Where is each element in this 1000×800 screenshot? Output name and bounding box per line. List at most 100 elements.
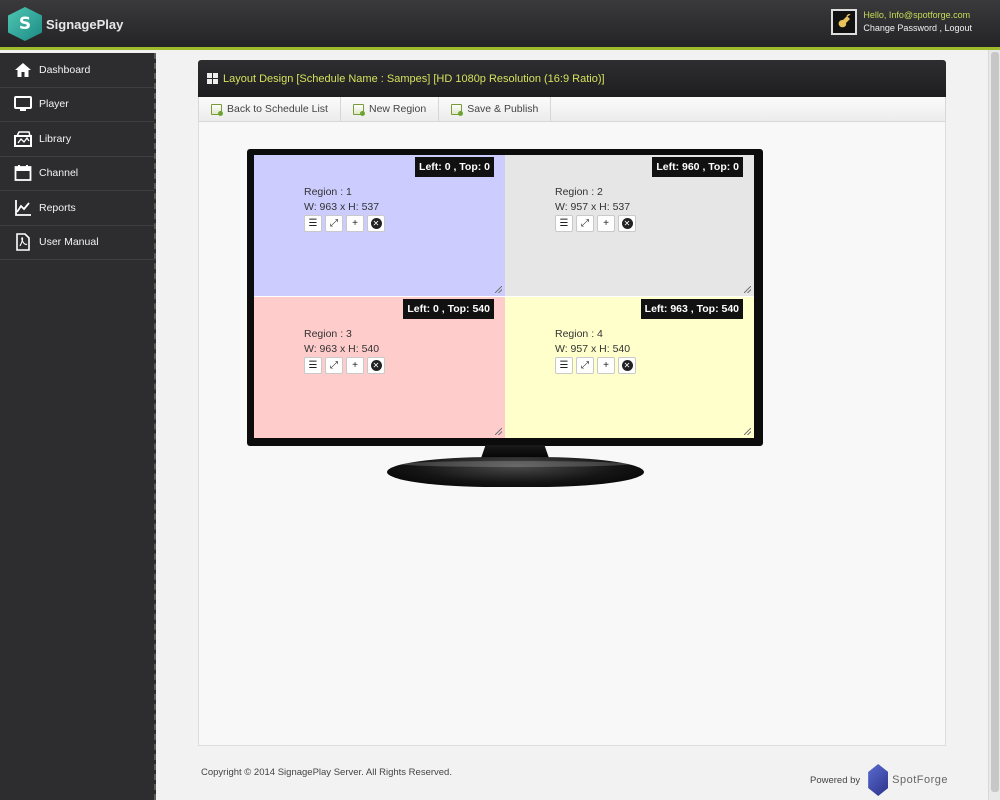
sidebar-item-label: Player [39, 98, 69, 111]
back-label: Back to Schedule List [227, 103, 328, 115]
sidebar-item-channel[interactable]: Channel [0, 157, 154, 191]
user-box: Hello, Info@spotforge.com Change Passwor… [831, 9, 972, 35]
scrollbar-thumb[interactable] [991, 52, 999, 792]
sidebar-item-player[interactable]: Player [0, 88, 154, 122]
sidebar-item-label: User Manual [39, 236, 99, 249]
region-position-label: Left: 960 , Top: 0 [652, 157, 743, 177]
region-add-button[interactable]: + [346, 357, 364, 374]
new-region-button[interactable]: New Region [341, 97, 440, 121]
resize-handle-icon[interactable] [495, 428, 502, 435]
signageplay-logo-icon: S [8, 7, 42, 41]
sidebar-item-library[interactable]: Library [0, 122, 154, 157]
plus-icon: + [603, 218, 609, 229]
user-info: Hello, Info@spotforge.com Change Passwor… [863, 9, 972, 35]
region-list-button[interactable]: ☰ [304, 215, 322, 232]
plus-icon: + [352, 360, 358, 371]
region-position-label: Left: 0 , Top: 540 [403, 299, 494, 319]
monitor-stand-shine [400, 461, 630, 467]
region-list-button[interactable]: ☰ [555, 215, 573, 232]
region-3[interactable]: Left: 0 , Top: 540 Region : 3 W: 963 x H… [254, 296, 505, 438]
region-name: Region : 3 [304, 328, 352, 340]
remove-icon: ✕ [621, 218, 633, 229]
page-title: Layout Design [Schedule Name : Sampes] [… [223, 72, 605, 85]
save-publish-label: Save & Publish [467, 103, 539, 115]
powered-by-label: Powered by [810, 774, 861, 786]
plus-icon: + [603, 360, 609, 371]
logout-link[interactable]: Logout [944, 23, 972, 33]
region-add-button[interactable]: + [346, 215, 364, 232]
sidebar-item-reports[interactable]: Reports [0, 191, 154, 226]
region-remove-button[interactable]: ✕ [367, 215, 385, 232]
guitar-avatar-icon[interactable] [831, 9, 858, 35]
resize-handle-icon[interactable] [744, 428, 751, 435]
list-icon: ☰ [308, 360, 318, 371]
plus-icon: + [352, 218, 358, 229]
region-expand-button[interactable]: ⤢ [325, 215, 343, 232]
sidebar: Dashboard Player Library Channel Reports… [0, 53, 156, 800]
page-scrollbar[interactable] [988, 50, 1000, 800]
home-icon [13, 61, 33, 79]
expand-icon: ⤢ [330, 218, 338, 229]
list-icon: ☰ [308, 218, 318, 229]
sidebar-item-label: Dashboard [39, 63, 91, 76]
region-name: Region : 1 [304, 186, 352, 198]
region-expand-button[interactable]: ⤢ [576, 215, 594, 232]
region-tools: ☰ ⤢ + ✕ [555, 357, 636, 374]
region-remove-button[interactable]: ✕ [367, 357, 385, 374]
sidebar-item-dashboard[interactable]: Dashboard [0, 53, 154, 88]
region-add-button[interactable]: + [597, 215, 615, 232]
region-add-button[interactable]: + [597, 357, 615, 374]
copyright-text: Copyright © 2014 SignagePlay Server. All… [201, 767, 452, 778]
region-size: W: 963 x H: 540 [304, 343, 380, 355]
region-remove-button[interactable]: ✕ [618, 215, 636, 232]
new-region-label: New Region [368, 103, 427, 115]
region-info: Region : 1 W: 963 x H: 537 [304, 185, 379, 215]
back-icon [211, 103, 223, 116]
new-region-icon [352, 103, 365, 116]
region-remove-button[interactable]: ✕ [618, 357, 636, 374]
powered-by: Powered by SpotForge [810, 764, 948, 796]
app-logo[interactable]: S SignagePlay [8, 7, 123, 41]
app-name: SignagePlay [46, 16, 124, 32]
region-name: Region : 2 [555, 186, 603, 198]
list-icon: ☰ [559, 218, 569, 229]
spotforge-logo-icon [868, 764, 889, 796]
region-list-button[interactable]: ☰ [304, 357, 322, 374]
chart-icon [13, 199, 33, 217]
region-info: Region : 3 W: 963 x H: 540 [304, 327, 379, 357]
spotforge-brand[interactable]: SpotForge [892, 774, 948, 786]
list-icon: ☰ [559, 360, 569, 371]
toolbar: Back to Schedule List New Region Save & … [198, 97, 946, 122]
region-expand-button[interactable]: ⤢ [576, 357, 594, 374]
resize-handle-icon[interactable] [495, 286, 502, 293]
expand-icon: ⤢ [581, 218, 589, 229]
change-password-link[interactable]: Change Password [863, 23, 937, 33]
library-icon [13, 130, 33, 148]
monitor-screen: Left: 0 , Top: 0 Region : 1 W: 963 x H: … [254, 155, 754, 438]
expand-icon: ⤢ [581, 360, 589, 371]
region-info: Region : 2 W: 957 x H: 537 [555, 185, 630, 215]
region-position-label: Left: 963 , Top: 540 [640, 299, 743, 319]
remove-icon: ✕ [621, 360, 633, 371]
sidebar-item-label: Reports [39, 201, 76, 214]
back-to-schedule-list-button[interactable]: Back to Schedule List [199, 97, 341, 121]
region-expand-button[interactable]: ⤢ [325, 357, 343, 374]
region-2[interactable]: Left: 960 , Top: 0 Region : 2 W: 957 x H… [505, 155, 754, 296]
region-list-button[interactable]: ☰ [555, 357, 573, 374]
monitor-icon [13, 95, 33, 113]
sidebar-item-user-manual[interactable]: User Manual [0, 226, 154, 260]
region-1[interactable]: Left: 0 , Top: 0 Region : 1 W: 963 x H: … [254, 155, 505, 296]
save-publish-button[interactable]: Save & Publish [439, 97, 552, 121]
region-tools: ☰ ⤢ + ✕ [304, 357, 385, 374]
calendar-icon [13, 164, 33, 182]
region-4[interactable]: Left: 963 , Top: 540 Region : 4 W: 957 x… [505, 296, 754, 438]
logo-glyph: S [18, 14, 32, 34]
user-greeting: Hello, Info@spotforge.com [863, 10, 971, 20]
region-name: Region : 4 [555, 328, 603, 340]
panel-header: Layout Design [Schedule Name : Sampes] [… [198, 60, 946, 97]
region-info: Region : 4 W: 957 x H: 540 [555, 327, 630, 357]
resize-handle-icon[interactable] [744, 286, 751, 293]
region-size: W: 963 x H: 537 [304, 201, 380, 213]
region-tools: ☰ ⤢ + ✕ [555, 215, 636, 232]
top-header: S SignagePlay Hello, Info@spotforge.com … [0, 0, 1000, 50]
